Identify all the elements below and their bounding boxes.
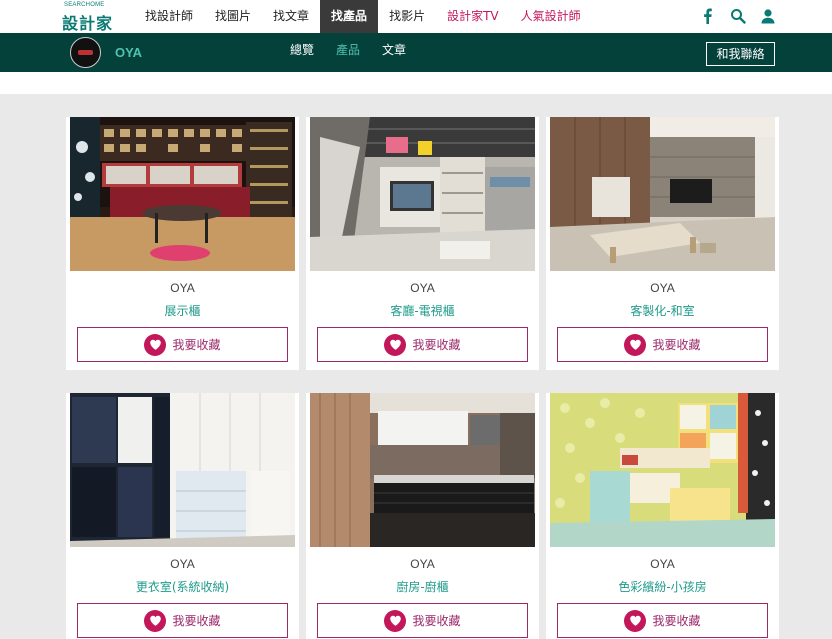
product-image-kids-room[interactable] (550, 393, 775, 547)
top-navbar: SEARCHOME 設計家 找設計師 找圖片 找文章 找產品 找影片 設計家TV… (0, 0, 832, 33)
heart-icon (144, 333, 167, 356)
heart-icon (624, 609, 647, 632)
search-icon[interactable] (730, 8, 746, 24)
add-favorite-button[interactable]: 我要收藏 (557, 603, 768, 638)
header-icons (700, 8, 776, 24)
brand-subnav: OYA 總覽 產品 文章 和我聯絡 (0, 33, 832, 72)
add-favorite-label: 我要收藏 (652, 614, 701, 628)
tab-products[interactable]: 產品 (325, 33, 371, 67)
product-card[interactable]: OYA 色彩繽紛-小孩房 我要收藏 (546, 393, 779, 639)
product-category[interactable]: 廚房-廚櫃 (306, 578, 539, 595)
facebook-icon[interactable] (700, 8, 716, 24)
add-favorite-label: 我要收藏 (652, 338, 701, 352)
product-card[interactable]: OYA 客製化-和室 我要收藏 (546, 117, 779, 370)
menu-item-products[interactable]: 找產品 (320, 0, 379, 33)
product-card[interactable]: OYA 展示櫃 我要收藏 (66, 117, 299, 370)
site-logo[interactable]: SEARCHOME 設計家 (62, 2, 126, 33)
menu-item-designers[interactable]: 找設計師 (134, 0, 204, 33)
product-maker: OYA (170, 281, 195, 295)
product-image-tatami-room[interactable] (550, 117, 775, 271)
product-category[interactable]: 色彩繽紛-小孩房 (546, 578, 779, 595)
product-maker: OYA (650, 557, 675, 571)
logo-english-text: SEARCHOME (64, 2, 105, 8)
product-maker: OYA (410, 281, 435, 295)
add-favorite-label: 我要收藏 (412, 614, 461, 628)
add-favorite-button[interactable]: 我要收藏 (317, 603, 528, 638)
contact-me-button[interactable]: 和我聯絡 (706, 42, 775, 66)
add-favorite-button[interactable]: 我要收藏 (77, 603, 288, 638)
product-category[interactable]: 展示櫃 (66, 302, 299, 319)
heart-icon (384, 333, 407, 356)
add-favorite-button[interactable]: 我要收藏 (77, 327, 288, 362)
product-image-display-cabinet[interactable] (70, 117, 295, 271)
add-favorite-button[interactable]: 我要收藏 (557, 327, 768, 362)
add-favorite-button[interactable]: 我要收藏 (317, 327, 528, 362)
product-card[interactable]: OYA 更衣室(系統收納) 我要收藏 (66, 393, 299, 639)
menu-item-popular-designers[interactable]: 人氣設計師 (510, 0, 592, 33)
product-category[interactable]: 客廳-電視櫃 (306, 302, 539, 319)
product-image-kitchen-cabinet[interactable] (310, 393, 535, 547)
product-maker: OYA (410, 557, 435, 571)
product-maker: OYA (170, 557, 195, 571)
tab-overview[interactable]: 總覽 (279, 33, 325, 67)
menu-item-articles[interactable]: 找文章 (262, 0, 320, 33)
user-icon[interactable] (760, 8, 776, 24)
tab-articles[interactable]: 文章 (371, 33, 417, 67)
product-image-tv-cabinet[interactable] (310, 117, 535, 271)
logo-chinese-text: 設計家 (62, 14, 114, 33)
brand-avatar[interactable] (70, 37, 101, 68)
main-menu: 找設計師 找圖片 找文章 找產品 找影片 設計家TV 人氣設計師 (134, 0, 592, 33)
add-favorite-label: 我要收藏 (172, 338, 221, 352)
product-maker: OYA (650, 281, 675, 295)
add-favorite-label: 我要收藏 (412, 338, 461, 352)
menu-item-tv[interactable]: 設計家TV (436, 0, 510, 33)
heart-icon (144, 609, 167, 632)
brand-name[interactable]: OYA (115, 33, 142, 72)
menu-item-images[interactable]: 找圖片 (204, 0, 262, 33)
add-favorite-label: 我要收藏 (172, 614, 221, 628)
heart-icon (624, 333, 647, 356)
heart-icon (384, 609, 407, 632)
product-card[interactable]: OYA 客廳-電視櫃 我要收藏 (306, 117, 539, 370)
product-card[interactable]: OYA 廚房-廚櫃 我要收藏 (306, 393, 539, 639)
content-top-strip (0, 72, 832, 94)
product-category[interactable]: 更衣室(系統收納) (66, 578, 299, 595)
product-image-walk-in-closet[interactable] (70, 393, 295, 547)
menu-item-videos[interactable]: 找影片 (378, 0, 436, 33)
product-category[interactable]: 客製化-和室 (546, 302, 779, 319)
brand-tabs: 總覽 產品 文章 (279, 33, 417, 67)
